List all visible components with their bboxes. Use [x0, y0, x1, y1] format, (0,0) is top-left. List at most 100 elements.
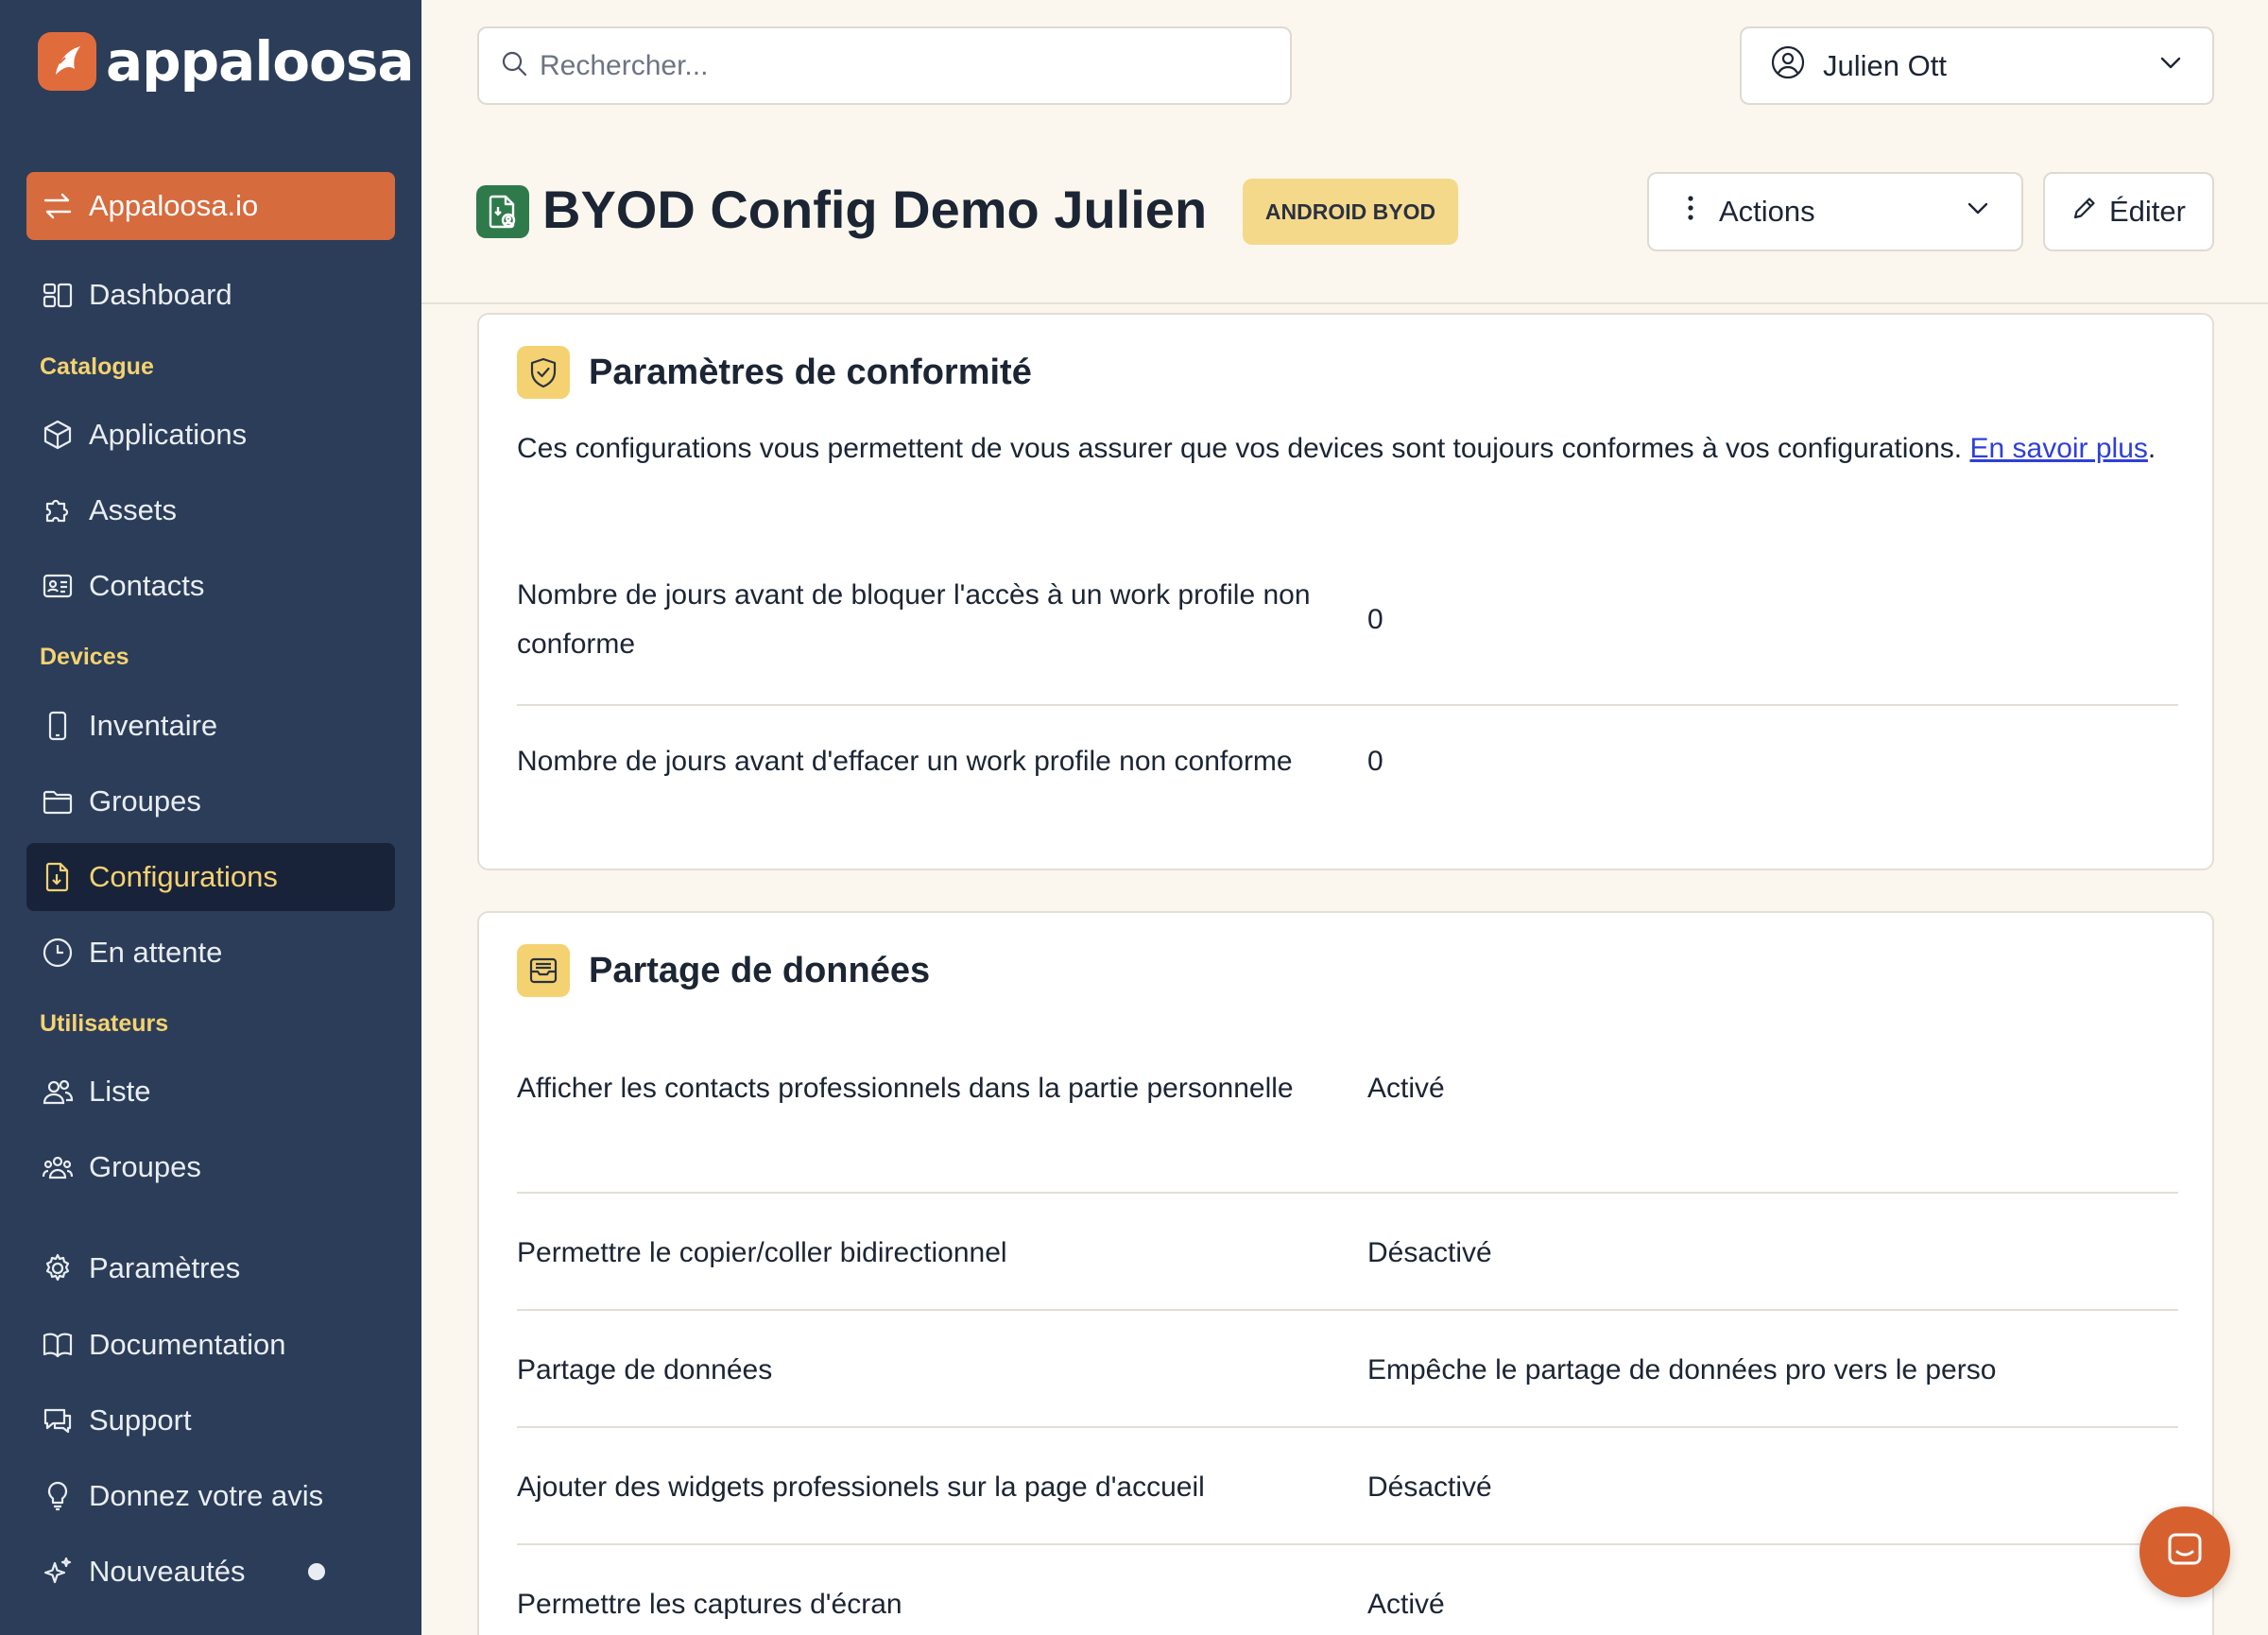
- edit-button[interactable]: Éditer: [2043, 172, 2214, 251]
- sidebar-item-contacts[interactable]: Contacts: [26, 552, 395, 620]
- sidebar-item-liste[interactable]: Liste: [26, 1058, 395, 1126]
- sparkles-icon: [40, 1554, 76, 1590]
- inbox-tray-icon: [517, 944, 570, 997]
- clock-icon: [40, 935, 76, 971]
- setting-label: Nombre de jours avant de bloquer l'accès…: [517, 579, 1311, 660]
- sidebar-item-avis[interactable]: Donnez votre avis: [26, 1462, 395, 1530]
- users-icon: [40, 1074, 76, 1110]
- sidebar-item-label: Applications: [89, 418, 248, 451]
- setting-label: Ajouter des widgets professionels sur la…: [517, 1472, 1205, 1503]
- setting-label: Nombre de jours avant d'effacer un work …: [517, 746, 1293, 777]
- compliance-card: Paramètres de conformité Ces configurati…: [477, 313, 2214, 870]
- sidebar-item-label: Paramètres: [89, 1251, 241, 1284]
- setting-value: 0: [1367, 746, 1383, 777]
- setting-label: Afficher les contacts professionnels dan…: [517, 1073, 1294, 1104]
- compliance-row: Nombre de jours avant d'effacer un work …: [517, 737, 2178, 786]
- edit-label: Éditer: [2109, 195, 2186, 228]
- sidebar-item-parametres[interactable]: Paramètres: [26, 1234, 395, 1302]
- chat-bubbles-icon: [40, 1403, 76, 1438]
- sidebar-item-configurations[interactable]: Configurations: [26, 843, 395, 911]
- sidebar-item-label: Configurations: [89, 860, 278, 893]
- phone-icon: [40, 708, 76, 744]
- book-icon: [40, 1327, 76, 1363]
- search-icon: [500, 49, 528, 82]
- lightbulb-icon: [40, 1478, 76, 1514]
- sidebar-item-documentation[interactable]: Documentation: [26, 1311, 395, 1379]
- section-label-devices: Devices: [40, 644, 129, 670]
- puzzle-icon: [40, 492, 76, 528]
- sidebar-item-label: Documentation: [89, 1328, 286, 1361]
- sidebar-item-label: En attente: [89, 936, 223, 969]
- actions-dropdown-button[interactable]: Actions: [1647, 172, 2023, 251]
- setting-value: Activé: [1367, 1073, 1445, 1104]
- setting-label: Partage de données: [517, 1354, 773, 1385]
- gear-icon: [40, 1250, 76, 1286]
- sidebar-item-nouveautes[interactable]: Nouveautés: [26, 1538, 395, 1606]
- sidebar-item-label: Inventaire: [89, 709, 218, 742]
- sidebar-item-support[interactable]: Support: [26, 1386, 395, 1454]
- sidebar-item-assets[interactable]: Assets: [26, 476, 395, 544]
- sidebar-item-label: Dashboard: [89, 278, 232, 311]
- sidebar-item-inventaire[interactable]: Inventaire: [26, 692, 395, 760]
- sidebar-item-label: Groupes: [89, 784, 201, 818]
- user-name: Julien Ott: [1823, 48, 1947, 82]
- sidebar-item-label: Nouveautés: [89, 1555, 246, 1588]
- sidebar-item-label: Groupes: [89, 1150, 201, 1183]
- logo-wordmark: appaloosa: [106, 29, 415, 94]
- android-config-icon: [476, 185, 529, 238]
- new-indicator-dot: [308, 1563, 325, 1580]
- sharing-row: Permettre les captures d'écran Activé: [517, 1580, 2178, 1629]
- row-divider: [517, 1309, 2178, 1311]
- row-divider: [517, 704, 2178, 706]
- sidebar-item-en-attente[interactable]: En attente: [26, 919, 395, 987]
- compliance-description-text: Ces configurations vous permettent de vo…: [517, 433, 1963, 464]
- sidebar-item-label: Support: [89, 1403, 192, 1437]
- sharing-row: Ajouter des widgets professionels sur la…: [517, 1463, 2178, 1512]
- search-bar[interactable]: [477, 26, 1292, 105]
- chat-icon: [2164, 1529, 2206, 1575]
- setting-value: Désactivé: [1367, 1472, 1492, 1503]
- setting-value: Activé: [1367, 1589, 1445, 1620]
- page-title: BYOD Config Demo Julien: [542, 180, 1208, 239]
- config-file-icon: [40, 859, 76, 895]
- sidebar-item-groupes-devices[interactable]: Groupes: [26, 767, 395, 835]
- appaloosa-logo[interactable]: appaloosa: [38, 29, 415, 94]
- dashboard-icon: [40, 277, 76, 313]
- setting-value: Empêche le partage de données pro vers l…: [1367, 1354, 1997, 1385]
- logo-mark-icon: [38, 32, 96, 91]
- sidebar-item-label: Contacts: [89, 569, 205, 602]
- compliance-description: Ces configurations vous permettent de vo…: [517, 433, 2156, 464]
- switch-arrows-icon: [40, 188, 76, 224]
- sidebar-item-label: Assets: [89, 493, 178, 526]
- pencil-icon: [2071, 195, 2098, 229]
- sidebar-item-groupes-utilisateurs[interactable]: Groupes: [26, 1133, 395, 1201]
- compliance-title: Paramètres de conformité: [589, 352, 1032, 392]
- folder-icon: [40, 783, 76, 819]
- section-label-catalogue: Catalogue: [40, 353, 154, 380]
- data-sharing-title: Partage de données: [589, 950, 931, 990]
- org-switch-label: Appaloosa.io: [89, 189, 259, 222]
- user-menu-button[interactable]: Julien Ott: [1740, 26, 2214, 105]
- sharing-row: Permettre le copier/coller bidirectionne…: [517, 1229, 2178, 1278]
- contact-card-icon: [40, 568, 76, 604]
- platform-badge: ANDROID BYOD: [1243, 179, 1458, 245]
- row-divider: [517, 1426, 2178, 1428]
- data-sharing-card: Partage de données Afficher les contacts…: [477, 911, 2214, 1635]
- sidebar-item-applications[interactable]: Applications: [26, 401, 395, 469]
- chevron-down-icon: [2157, 49, 2184, 83]
- search-input[interactable]: [540, 49, 1277, 82]
- setting-label: Permettre les captures d'écran: [517, 1589, 902, 1620]
- learn-more-link[interactable]: En savoir plus: [1969, 433, 2147, 464]
- sidebar-item-dashboard[interactable]: Dashboard: [26, 261, 395, 329]
- org-switch-button[interactable]: Appaloosa.io: [26, 172, 395, 240]
- compliance-row: Nombre de jours avant de bloquer l'accès…: [517, 571, 2178, 669]
- header-divider: [421, 302, 2268, 304]
- user-avatar-icon: [1770, 44, 1806, 88]
- cube-icon: [40, 417, 76, 453]
- row-divider: [517, 1192, 2178, 1194]
- data-sharing-card-header: Partage de données: [517, 944, 930, 997]
- setting-value: Désactivé: [1367, 1237, 1492, 1268]
- chat-launcher-button[interactable]: [2139, 1506, 2230, 1597]
- compliance-card-header: Paramètres de conformité: [517, 346, 1032, 399]
- setting-label: Permettre le copier/coller bidirectionne…: [517, 1237, 1007, 1268]
